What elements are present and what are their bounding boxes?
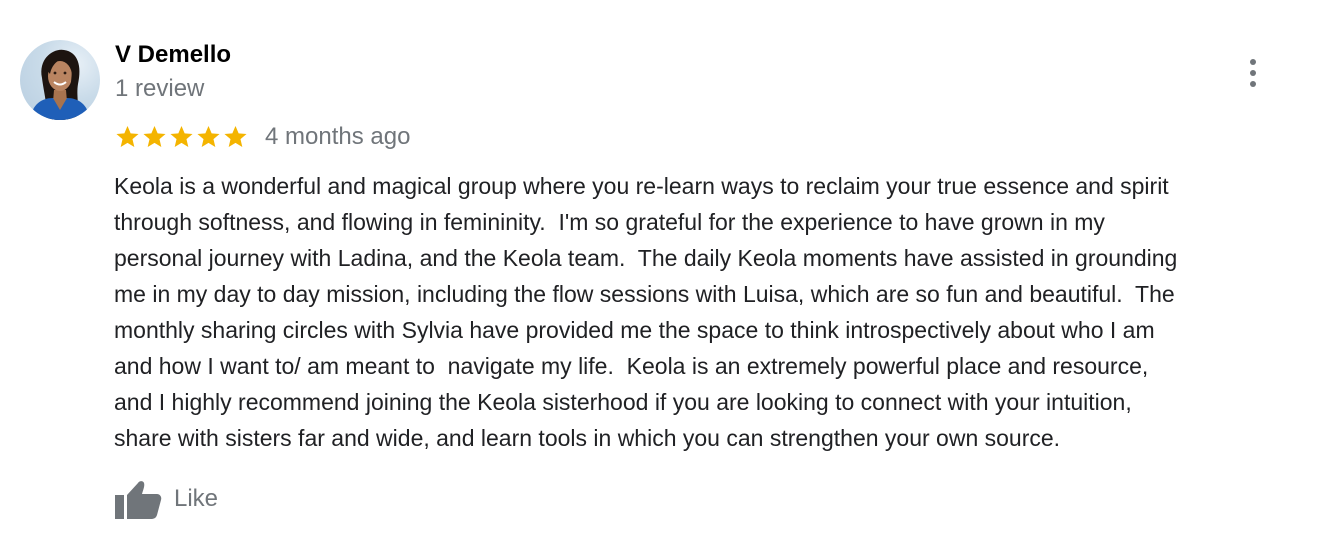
star-icon bbox=[224, 125, 247, 147]
review-text: Keola is a wonderful and magical group w… bbox=[114, 168, 1326, 456]
review-text-line: through softness, and flowing in feminin… bbox=[114, 209, 1105, 235]
rating-row: 4 months ago bbox=[114, 120, 410, 154]
review-text-line: share with sisters far and wide, and lea… bbox=[114, 425, 1061, 451]
review-card: V Demello 1 review 4 months ago Keola is… bbox=[0, 0, 1334, 541]
author-review-count: 1 review bbox=[115, 75, 205, 102]
avatar[interactable] bbox=[20, 40, 100, 120]
more-vert-icon-dot bbox=[1250, 81, 1256, 87]
review-text-line: monthly sharing circles with Sylvia have… bbox=[114, 317, 1155, 343]
more-vert-icon bbox=[1250, 59, 1256, 65]
star-icon bbox=[197, 125, 220, 147]
review-text-line: and how I want to/ am meant to navigate … bbox=[114, 353, 1149, 379]
review-text-line: me in my day to day mission, including t… bbox=[114, 281, 1175, 307]
avatar-photo bbox=[30, 49, 90, 120]
star-icon bbox=[116, 125, 139, 147]
author-name[interactable]: V Demello bbox=[115, 41, 231, 69]
star-icon bbox=[143, 125, 166, 147]
more-vert-icon-dot bbox=[1250, 70, 1256, 76]
like-button[interactable]: Like bbox=[114, 478, 218, 520]
like-label: Like bbox=[174, 485, 219, 512]
review-time: 4 months ago bbox=[265, 123, 411, 150]
thumbs-up-icon bbox=[115, 481, 162, 519]
more-options-button[interactable] bbox=[1240, 56, 1268, 90]
star-icon bbox=[170, 125, 193, 147]
review-text-line: personal journey with Ladina, and the Ke… bbox=[114, 245, 1178, 271]
review-text-line: and I highly recommend joining the Keola… bbox=[114, 389, 1132, 415]
review-text-line: Keola is a wonderful and magical group w… bbox=[114, 173, 1169, 199]
star-rating bbox=[114, 124, 249, 150]
